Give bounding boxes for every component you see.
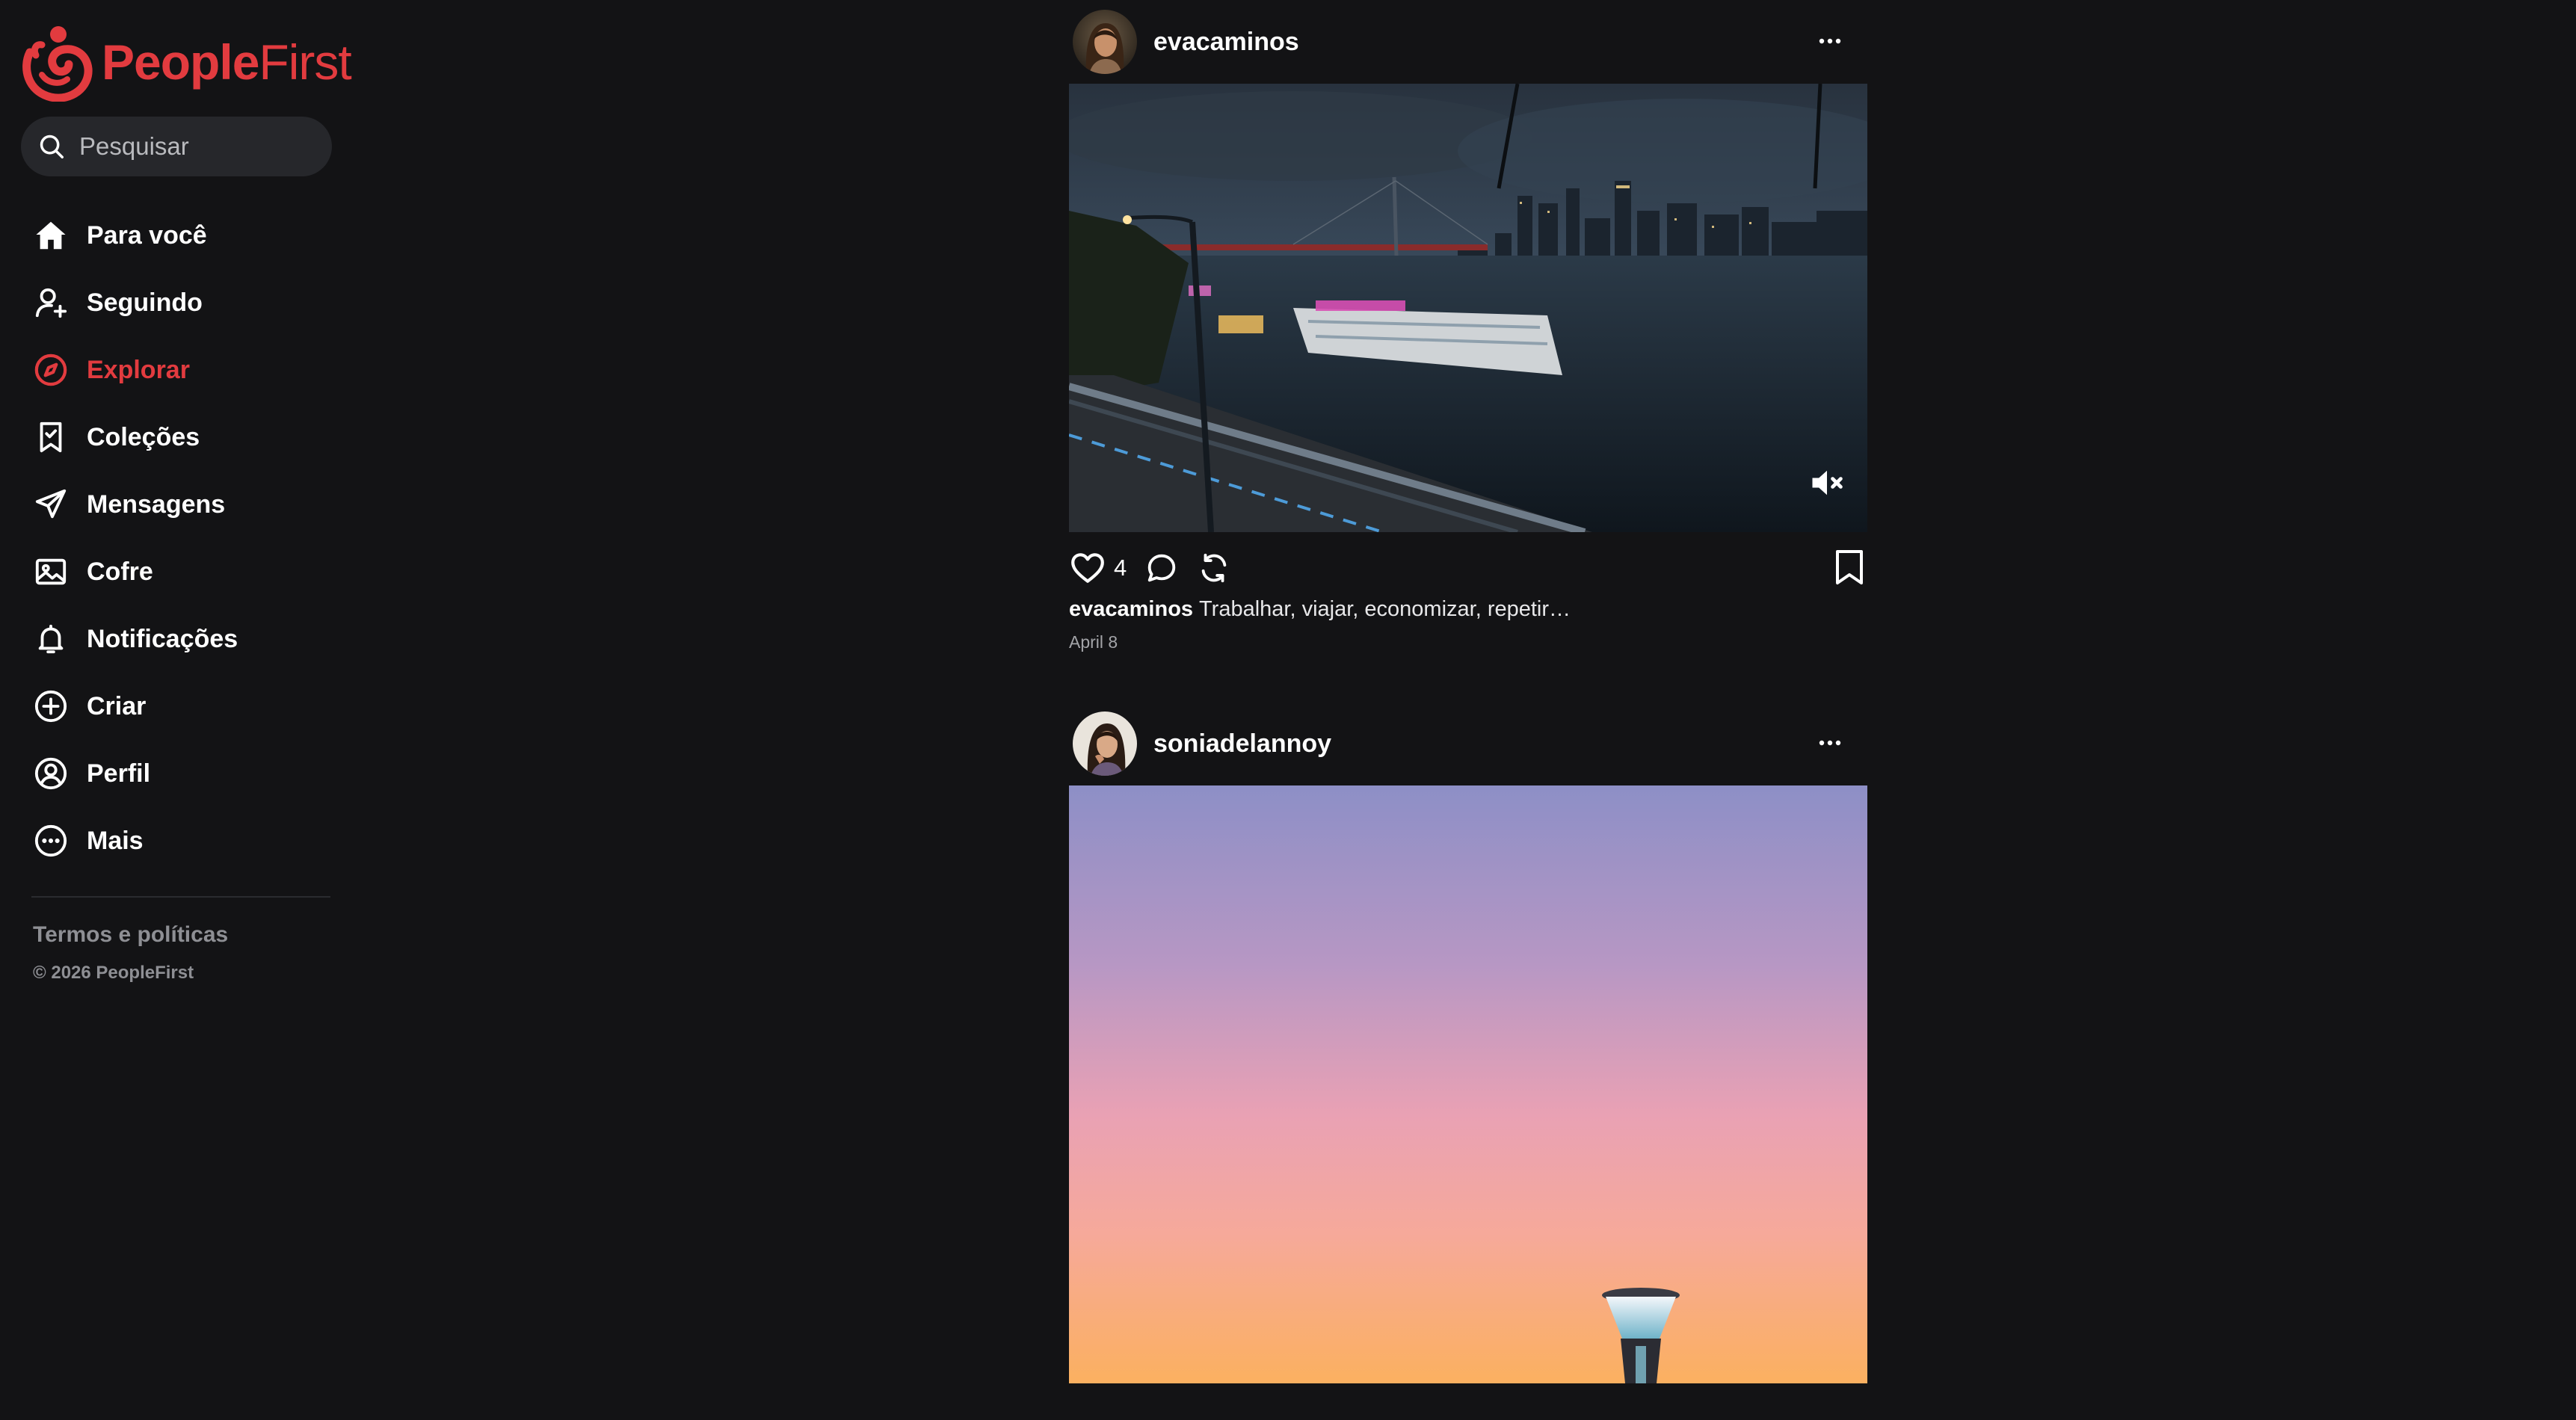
like-count: 4: [1114, 555, 1127, 581]
avatar[interactable]: [1073, 711, 1137, 776]
post-username[interactable]: soniadelannoy: [1153, 729, 1331, 759]
mute-button[interactable]: [1808, 463, 1846, 502]
user-circle-icon: [31, 754, 70, 793]
bookmark-icon: [1836, 550, 1863, 584]
more-circle-icon: [31, 821, 70, 860]
nav-label: Seguindo: [87, 288, 203, 317]
bell-icon: [31, 620, 70, 658]
search-bar[interactable]: [21, 117, 332, 176]
nav-label: Mensagens: [87, 490, 226, 519]
bookmark-check-icon: [31, 418, 70, 457]
nav-label: Perfil: [87, 759, 151, 788]
sidebar: PeopleFirst Para você Seguindo: [0, 0, 352, 1420]
nav-item-notificacoes[interactable]: Notificações: [21, 605, 335, 673]
search-input[interactable]: [78, 132, 317, 161]
search-icon: [40, 135, 64, 158]
avatar[interactable]: [1073, 10, 1137, 74]
post-options-button[interactable]: [1815, 30, 1845, 52]
post-date: April 8: [1069, 632, 1118, 652]
nav-label: Notificações: [87, 624, 238, 653]
feed: evacaminos 4 evacaminos Trabalhar, viaja…: [1069, 0, 1867, 1383]
brand-logo[interactable]: PeopleFirst: [19, 21, 352, 103]
comment-icon: [1148, 554, 1176, 582]
user-follow-icon: [31, 283, 70, 322]
post-header: evacaminos: [1069, 0, 1867, 84]
brand-name: PeopleFirst: [102, 34, 352, 90]
image-icon: [31, 552, 70, 591]
people-first-logo-icon: [22, 26, 93, 102]
nav-label: Criar: [87, 691, 147, 720]
save-button[interactable]: [1833, 549, 1866, 586]
post-video[interactable]: [1069, 84, 1867, 532]
compass-icon: [31, 351, 70, 389]
nav-label: Mais: [87, 826, 144, 855]
repost-icon: [1201, 553, 1227, 583]
nav-item-criar[interactable]: Criar: [21, 673, 335, 740]
post: evacaminos 4 evacaminos Trabalhar, viaja…: [1069, 0, 1867, 652]
copyright-text: © 2026 PeopleFirst: [33, 963, 194, 983]
post-actions: 4: [1069, 532, 1867, 604]
ellipsis-icon: [1819, 38, 1841, 44]
nav-label: Coleções: [87, 422, 200, 451]
heart-icon: [1071, 553, 1104, 583]
nav-label: Explorar: [87, 355, 190, 384]
nav-item-perfil[interactable]: Perfil: [21, 740, 335, 807]
nav-item-colecoes[interactable]: Coleções: [21, 404, 335, 471]
post: soniadelannoy: [1069, 702, 1867, 1383]
ellipsis-icon: [1819, 740, 1841, 746]
comment-button[interactable]: [1144, 551, 1179, 585]
main-nav: Para você Seguindo Explorar Coleções Men…: [21, 202, 335, 874]
nav-label: Cofre: [87, 557, 153, 586]
repost-button[interactable]: [1197, 551, 1231, 585]
sidebar-divider: [31, 896, 330, 898]
nav-label: Para você: [87, 220, 207, 250]
send-icon: [31, 485, 70, 524]
nav-item-mensagens[interactable]: Mensagens: [21, 471, 335, 538]
nav-item-para-voce[interactable]: Para você: [21, 202, 335, 269]
nav-item-seguindo[interactable]: Seguindo: [21, 269, 335, 336]
nav-item-explorar[interactable]: Explorar: [21, 336, 335, 404]
nav-item-cofre[interactable]: Cofre: [21, 538, 335, 605]
post-username[interactable]: evacaminos: [1153, 28, 1299, 57]
volume-mute-icon: [1812, 470, 1843, 496]
post-image[interactable]: [1069, 785, 1867, 1383]
terms-link[interactable]: Termos e políticas: [33, 922, 228, 948]
post-header: soniadelannoy: [1069, 702, 1867, 785]
nav-item-mais[interactable]: Mais: [21, 807, 335, 874]
post-options-button[interactable]: [1815, 732, 1845, 754]
like-button[interactable]: 4: [1069, 549, 1127, 587]
plus-circle-icon: [31, 687, 70, 726]
home-icon: [31, 216, 70, 255]
